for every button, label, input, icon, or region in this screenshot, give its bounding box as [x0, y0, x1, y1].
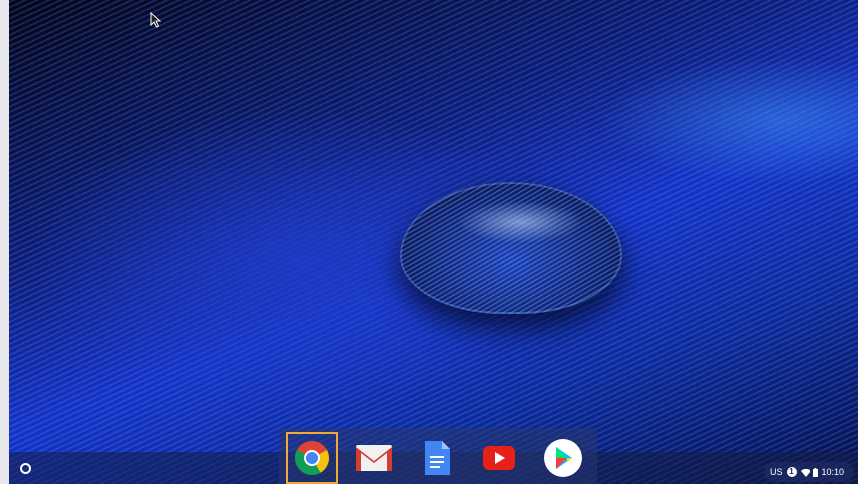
ime-indicator: US — [770, 467, 783, 477]
docs-icon — [425, 441, 450, 475]
mouse-cursor-icon — [150, 12, 162, 28]
docs-app-button[interactable] — [411, 432, 463, 484]
youtube-icon — [483, 446, 515, 470]
chrome-icon — [295, 441, 329, 475]
clock-time: 10:10 — [821, 467, 844, 477]
play-store-app-button[interactable] — [537, 432, 589, 484]
battery-icon — [813, 467, 819, 477]
wifi-icon — [800, 468, 811, 477]
youtube-app-button[interactable] — [473, 432, 525, 484]
play-store-icon — [544, 439, 582, 477]
gmail-app-button[interactable] — [348, 432, 400, 484]
screen-bezel-edge — [0, 0, 9, 484]
launcher-button[interactable] — [14, 457, 36, 479]
chrome-app-button[interactable] — [286, 432, 338, 484]
notification-badge: 1 — [786, 467, 797, 477]
status-tray[interactable]: US 1 10:10 — [764, 462, 854, 482]
gmail-icon — [356, 445, 392, 471]
